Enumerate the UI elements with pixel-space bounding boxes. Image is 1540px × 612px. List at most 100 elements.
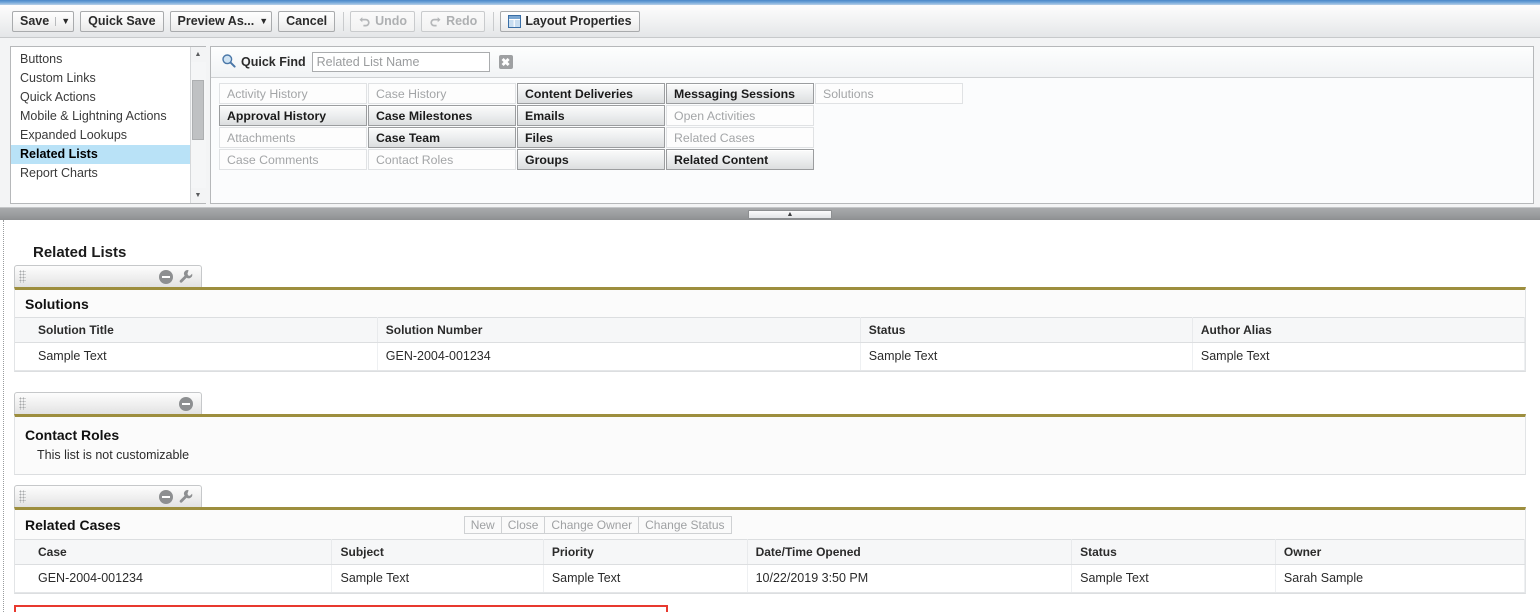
chevron-up-icon: ▲ [786, 211, 794, 218]
splitter-collapse-handle[interactable]: ▲ [748, 210, 832, 219]
panel-splitter[interactable]: ▲ [0, 208, 1540, 220]
cell-solution-title: Sample Text [15, 342, 378, 371]
column-header-status: Status [1071, 539, 1276, 565]
toolbar-divider [493, 11, 495, 31]
scrollbar-track[interactable] [190, 62, 206, 188]
close-button: Close [500, 516, 546, 534]
sidebar-item-expanded-lookups[interactable]: Expanded Lookups [11, 126, 190, 145]
sidebar-item-custom-links[interactable]: Custom Links [11, 69, 190, 88]
remove-icon[interactable] [159, 489, 173, 504]
palette-tile-solutions: Solutions [815, 83, 963, 104]
palette-tile-files[interactable]: Files [517, 127, 665, 148]
palette-tile-approval-history[interactable]: Approval History [219, 105, 367, 126]
palette-scrollbar[interactable]: ▲ ▼ [190, 47, 206, 203]
drag-handle-icon[interactable] [19, 270, 26, 283]
cell-datetime-opened: 10/22/2019 3:50 PM [747, 564, 1073, 593]
tile-column-1: Activity History Approval History Attach… [219, 83, 367, 171]
block-handle-bar[interactable] [14, 265, 202, 287]
palette-category-panel: Buttons Custom Links Quick Actions Mobil… [10, 46, 206, 204]
sidebar-item-mobile-lightning-actions[interactable]: Mobile & Lightning Actions [11, 107, 190, 126]
palette-tile-emails[interactable]: Emails [517, 105, 665, 126]
layout-properties-label: Layout Properties [525, 14, 632, 28]
quick-save-button[interactable]: Quick Save [80, 10, 164, 32]
close-icon[interactable]: ✖ [498, 55, 513, 69]
redo-button: Redo [421, 10, 486, 32]
quick-find-input[interactable] [311, 52, 490, 72]
related-list-name: Contact Roles [25, 427, 120, 443]
palette-tile-messaging-sessions[interactable]: Messaging Sessions [666, 83, 814, 104]
block-body: Solutions Solution Title Solution Number… [14, 287, 1526, 372]
palette-tile-related-content[interactable]: Related Content [666, 149, 814, 170]
column-header-subject: Subject [331, 539, 544, 565]
column-header-priority: Priority [543, 539, 748, 565]
scrollbar-thumb[interactable] [191, 80, 204, 140]
table-row: Sample Text GEN-2004-001234 Sample Text … [15, 342, 1526, 371]
highlight-outline [14, 605, 668, 612]
save-button-label: Save [20, 14, 50, 28]
related-list-name: Solutions [25, 296, 89, 312]
tile-column-3: Content Deliveries Emails Files Groups [517, 83, 665, 171]
related-list-palette: Quick Find ✖ Activity History Approval H… [210, 46, 1534, 204]
block-handle-icons [179, 396, 201, 411]
block-body: Related Cases New Close Change Owner Cha… [14, 507, 1526, 594]
page-title: Related Lists [33, 244, 127, 261]
block-handle-icons [159, 269, 201, 284]
wrench-icon[interactable] [178, 269, 193, 284]
save-button[interactable]: Save ▼ [12, 10, 75, 32]
sidebar-item-report-charts[interactable]: Report Charts [11, 164, 190, 183]
block-handle-bar[interactable] [14, 392, 202, 414]
change-owner-button: Change Owner [544, 516, 640, 534]
palette-tile-case-history: Case History [368, 83, 516, 104]
cell-status: Sample Text [1071, 564, 1276, 593]
change-status-button: Change Status [638, 516, 732, 534]
cell-author-alias: Sample Text [1192, 342, 1526, 371]
remove-icon[interactable] [159, 269, 173, 284]
block-header: Solutions [15, 290, 1525, 317]
palette-tile-groups[interactable]: Groups [517, 149, 665, 170]
preview-table: Case Subject Priority Date/Time Opened S… [15, 539, 1526, 593]
related-list-action-buttons: New Close Change Owner Change Status [463, 516, 732, 534]
cell-case: GEN-2004-001234 [15, 564, 333, 593]
drag-handle-icon[interactable] [19, 490, 26, 503]
layout-properties-button[interactable]: Layout Properties [500, 10, 640, 32]
table-header-row: Case Subject Priority Date/Time Opened S… [15, 539, 1526, 565]
column-header-case: Case [15, 539, 333, 565]
sidebar-item-related-lists[interactable]: Related Lists [11, 145, 190, 164]
block-handle-bar[interactable] [14, 485, 202, 507]
related-list-name: Related Cases [25, 517, 121, 533]
page-boundary-guide [3, 220, 4, 612]
layout-editor-panel: Save ▼ Quick Save Preview As... ▼ Cancel… [0, 5, 1540, 208]
palette-tile-open-activities: Open Activities [666, 105, 814, 126]
palette-tile-case-team[interactable]: Case Team [368, 127, 516, 148]
cell-subject: Sample Text [331, 564, 544, 593]
sidebar-item-buttons[interactable]: Buttons [11, 50, 190, 69]
scroll-up-arrow-icon[interactable]: ▲ [190, 47, 206, 62]
redo-button-label: Redo [446, 14, 478, 28]
chevron-down-icon: ▼ [55, 16, 70, 26]
editor-toolbar: Save ▼ Quick Save Preview As... ▼ Cancel… [0, 5, 1540, 38]
column-header-owner: Owner [1275, 539, 1526, 565]
palette-tile-attachments: Attachments [219, 127, 367, 148]
preview-table: Solution Title Solution Number Status Au… [15, 317, 1526, 371]
preview-as-button[interactable]: Preview As... ▼ [169, 10, 273, 32]
related-list-block-solutions[interactable]: Solutions Solution Title Solution Number… [14, 265, 1526, 372]
layout-canvas: Related Lists Solutions Solution Title S… [0, 220, 1540, 612]
undo-arrow-icon [358, 15, 371, 27]
scroll-down-arrow-icon[interactable]: ▼ [190, 188, 206, 203]
undo-button: Undo [350, 10, 416, 32]
not-customizable-note: This list is not customizable [37, 448, 190, 462]
related-list-block-contact-roles[interactable]: Contact Roles This list is not customiza… [14, 392, 1526, 475]
sidebar-item-quick-actions[interactable]: Quick Actions [11, 88, 190, 107]
toolbar-divider [343, 11, 345, 31]
palette-tile-case-comments: Case Comments [219, 149, 367, 170]
remove-icon[interactable] [179, 396, 193, 411]
wrench-icon[interactable] [178, 489, 193, 504]
related-list-block-related-cases[interactable]: Related Cases New Close Change Owner Cha… [14, 485, 1526, 594]
palette-tile-case-milestones[interactable]: Case Milestones [368, 105, 516, 126]
cancel-button[interactable]: Cancel [278, 10, 336, 32]
palette-tile-content-deliveries[interactable]: Content Deliveries [517, 83, 665, 104]
undo-button-label: Undo [375, 14, 408, 28]
cell-priority: Sample Text [543, 564, 748, 593]
drag-handle-icon[interactable] [19, 397, 26, 410]
palette-tile-contact-roles: Contact Roles [368, 149, 516, 170]
